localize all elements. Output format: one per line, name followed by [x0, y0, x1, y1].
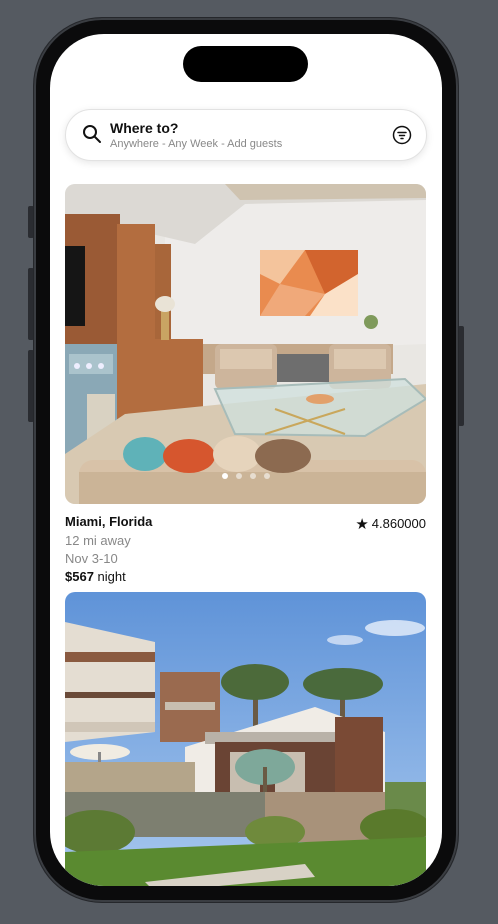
listing-photo[interactable] [65, 592, 426, 886]
carousel-dot[interactable] [249, 473, 256, 479]
filter-icon[interactable] [392, 125, 412, 145]
search-bar[interactable]: Where to? Anywhere - Any Week - Add gues… [65, 109, 427, 161]
app-screen: Where to? Anywhere - Any Week - Add gues… [50, 34, 442, 886]
carousel-dots[interactable] [65, 466, 426, 484]
search-subtitle: Anywhere - Any Week - Add guests [110, 138, 283, 150]
listing-price: $567 night [65, 569, 126, 584]
side-button-power [458, 326, 464, 426]
price-unit: night [97, 569, 126, 584]
search-title: Where to? [110, 120, 179, 136]
listing-photo[interactable] [65, 184, 426, 504]
listing-rating: ★ 4.860000 [355, 514, 426, 533]
price-amount: $567 [65, 569, 94, 584]
listing-location: Miami, Florida [65, 514, 153, 529]
star-icon: ★ [355, 516, 369, 533]
listing-info[interactable]: Miami, Florida ★ 4.860000 12 mi away Nov … [65, 514, 426, 586]
search-icon [83, 125, 101, 143]
carousel-dot[interactable] [235, 473, 242, 479]
listing-dates: Nov 3-10 [65, 551, 118, 566]
house-exterior-photo [65, 592, 426, 886]
dynamic-island [183, 46, 308, 82]
listing-distance: 12 mi away [65, 533, 131, 548]
carousel-dot-active[interactable] [221, 473, 228, 479]
rating-value: 4.860000 [371, 516, 426, 531]
living-room-photo [65, 184, 426, 504]
carousel-dot[interactable] [263, 473, 270, 479]
